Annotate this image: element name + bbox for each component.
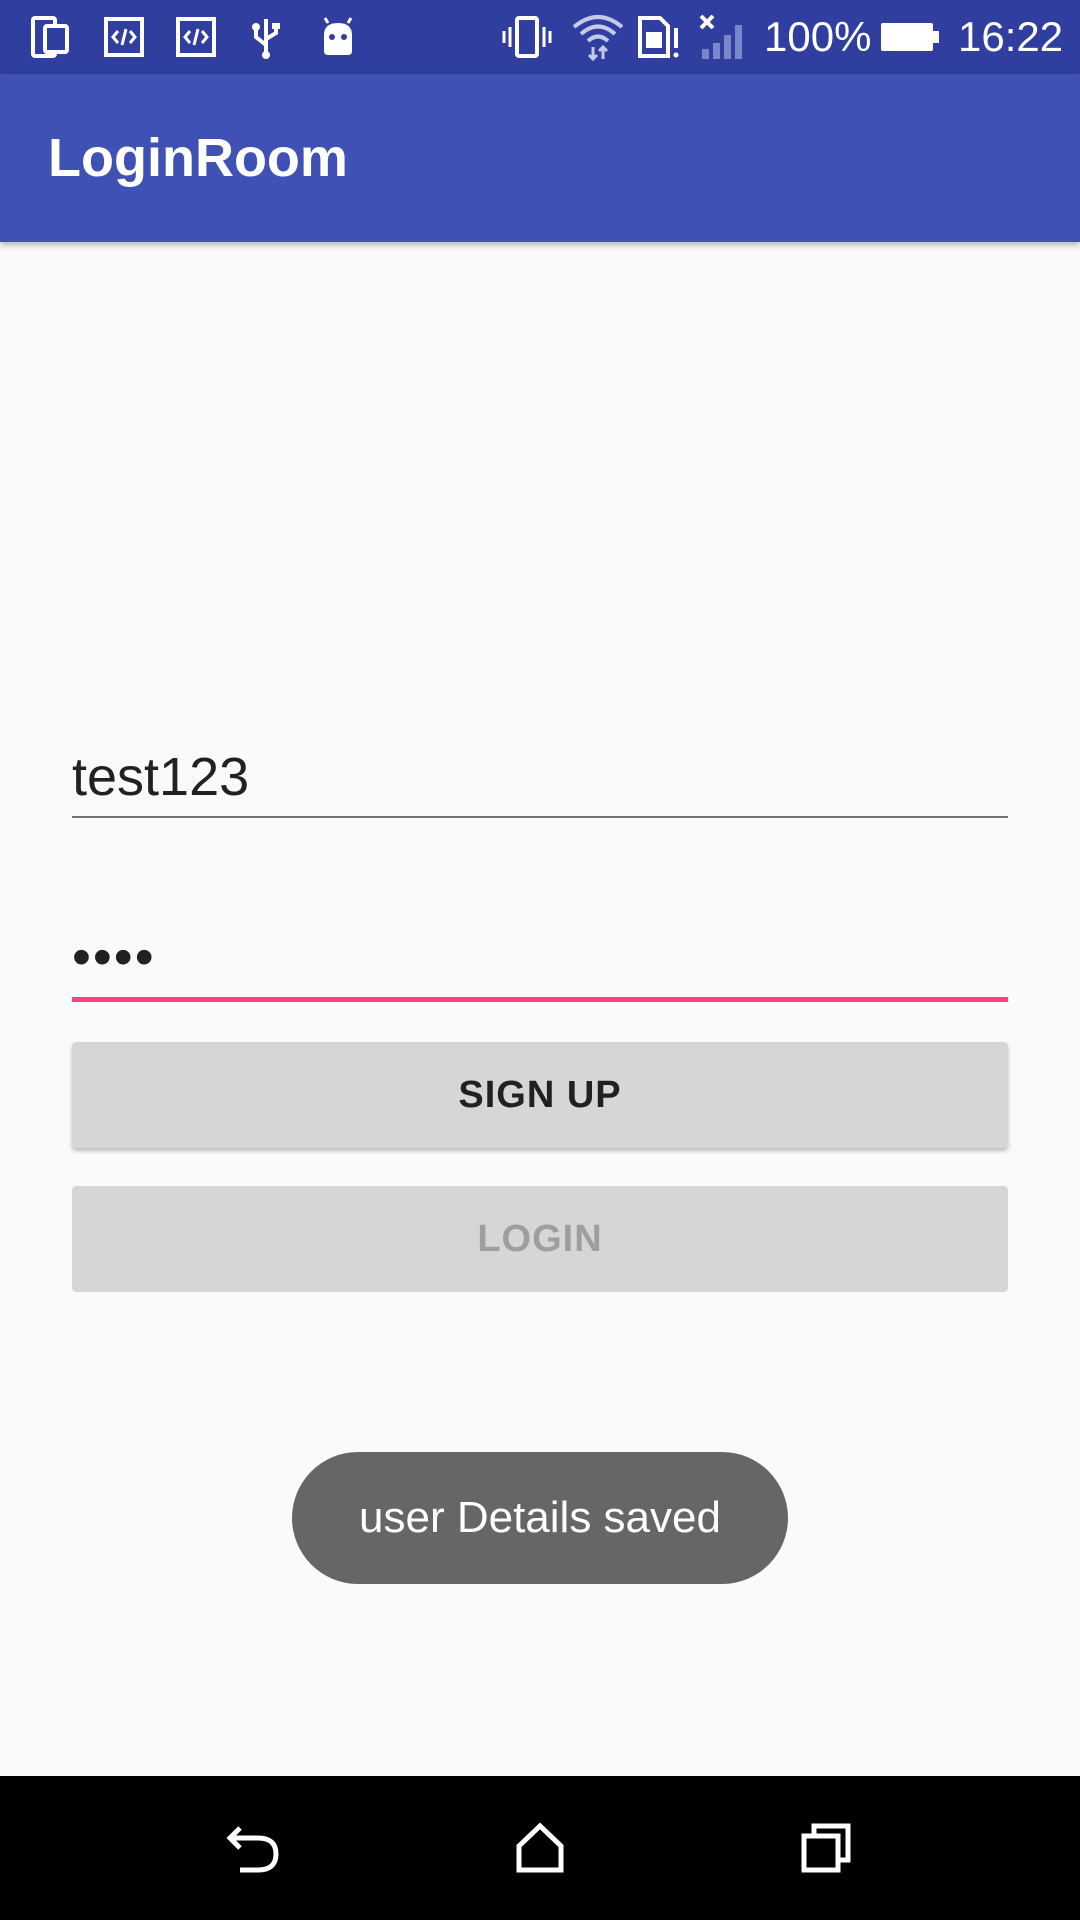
password-underline [72,997,1008,1002]
toast-message: user Details saved [292,1452,788,1584]
vibrate-icon [500,12,554,62]
signal-icon [696,12,752,62]
status-bar: 100% 16:22 [0,0,1080,74]
back-icon[interactable] [204,1798,304,1898]
code-icon [102,12,146,62]
app-bar: LoginRoom [0,74,1080,242]
android-debug-icon [316,12,360,62]
battery-percent: 100% [764,13,872,60]
password-input-value: •••• [72,927,156,987]
username-field[interactable]: test123 [72,720,1008,818]
login-button[interactable]: LOGIN [72,1186,1008,1292]
username-underline [72,816,1008,818]
code-icon [174,12,218,62]
signup-button[interactable]: SIGN UP [72,1042,1008,1148]
password-field[interactable]: •••• [72,900,1008,1002]
battery-icon [878,12,942,62]
wifi-icon [570,12,626,62]
app-title: LoginRoom [48,128,348,188]
home-icon[interactable] [490,1798,590,1898]
username-input-value: test123 [72,747,250,807]
usb-icon [244,12,288,62]
phone-screen-icon [28,12,72,62]
sim-alert-icon [636,12,682,62]
navigation-bar [0,1776,1080,1920]
recents-icon[interactable] [776,1798,876,1898]
status-time: 16:22 [958,13,1064,60]
